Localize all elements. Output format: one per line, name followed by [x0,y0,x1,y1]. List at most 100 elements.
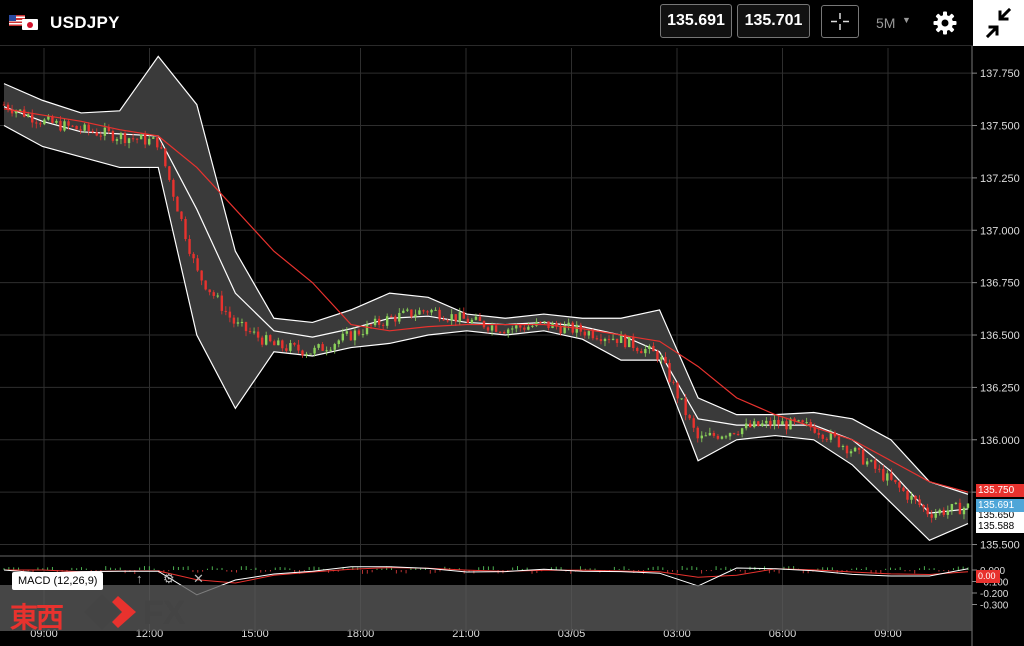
chevron-down-icon[interactable]: ▼ [902,15,911,25]
candle-body [406,309,409,311]
price-chart[interactable]: 137.750 137.500 137.250 137.000 136.750 136.5… [0,46,1024,646]
bollinger-bands [3,55,969,542]
candle-body [192,253,195,259]
candle-body [196,258,199,271]
candle-body [769,420,772,426]
shrink-icon [985,7,1012,39]
candle-body [240,321,244,323]
crosshair-icon [831,13,849,30]
candle-body [748,423,752,428]
candle-body [470,319,474,323]
candle-body [821,434,824,439]
candle-body [962,507,966,515]
candle-body [543,321,546,323]
candle-body [559,326,562,334]
candle-body [527,326,530,330]
candle-body [837,436,841,447]
candle-body [398,312,401,322]
logo-diamond-icon [84,594,136,630]
candle-body [79,129,82,131]
candle-body [361,334,365,336]
candle-body [269,335,272,342]
move-up-icon[interactable]: ↑ [136,571,143,586]
candle-body [595,338,599,340]
candle-body [640,351,643,354]
candle-body [43,119,46,125]
band-low-marker: 135.588 [976,520,1024,533]
candle-body [434,309,437,311]
timeframe-select[interactable]: 5M [876,15,895,31]
candle-body [535,321,538,326]
candle-body [611,338,615,340]
candle-body [680,398,683,400]
gear-icon[interactable] [932,10,958,36]
crosshair-button[interactable] [821,5,859,38]
candle-body [922,505,925,508]
candle-body [728,433,732,437]
candle-body [462,312,466,319]
candle-body [341,333,345,341]
price-tick-label: 136.000 [980,435,1020,447]
candle-body [285,348,288,351]
candle-body [99,135,103,137]
candle-body [732,433,736,435]
candle-body [708,432,712,436]
candle-body [123,133,127,144]
candle-body [724,436,728,438]
price-tick-label: 136.250 [980,382,1020,394]
bid-price-button[interactable]: 135.691 [660,4,732,38]
candle-body [281,340,284,349]
candle-body [652,345,655,352]
candle-body [817,432,820,435]
candle-body [325,350,328,352]
indicator-settings-icon[interactable]: ⚙ [163,571,175,587]
price-tick-label: 137.500 [980,121,1020,133]
candle-body [454,314,457,322]
candle-body [216,295,219,297]
candle-body [127,138,131,144]
price-tick-label: 137.250 [980,173,1020,185]
candle-body [966,503,970,508]
candle-body [426,311,429,313]
candle-body [317,344,320,348]
price-tick-label: 137.000 [980,225,1020,237]
candle-body [656,351,659,360]
candle-body [700,435,703,439]
candle-body [131,138,135,140]
symbol-name[interactable]: USDJPY [50,13,120,33]
candle-body [252,331,256,333]
exit-fullscreen-button[interactable] [973,0,1024,46]
candle-body [753,421,756,428]
candle-body [446,320,449,322]
candle-body [337,340,340,345]
candle-body [402,310,405,313]
candle-body [587,331,591,336]
candle-body [47,116,50,120]
candle-body [422,310,425,312]
close-indicator-icon[interactable]: ✕ [193,571,204,587]
candle-body [329,349,332,351]
candle-body [71,125,74,127]
candle-body [35,122,38,124]
macd-indicator-label[interactable]: MACD (12,26,9) [12,572,104,590]
candle-body [172,179,175,197]
ask-price-button[interactable]: 135.701 [737,4,810,38]
candle-body [184,218,187,240]
candle-body [51,116,54,123]
candle-body [878,468,881,470]
candle-body [345,331,349,334]
candle-body [567,322,570,326]
candle-body [519,325,522,328]
candle-body [603,338,607,342]
candle-body [22,109,26,117]
candle-body [801,420,804,423]
candle-body [902,487,905,492]
candle-body [644,348,647,354]
candle-body [539,321,542,323]
candle-body [668,363,671,382]
candle-body [232,317,236,324]
candle-body [777,419,780,425]
candle-body [95,132,98,136]
candle-body [627,336,631,348]
candle-body [442,319,445,321]
